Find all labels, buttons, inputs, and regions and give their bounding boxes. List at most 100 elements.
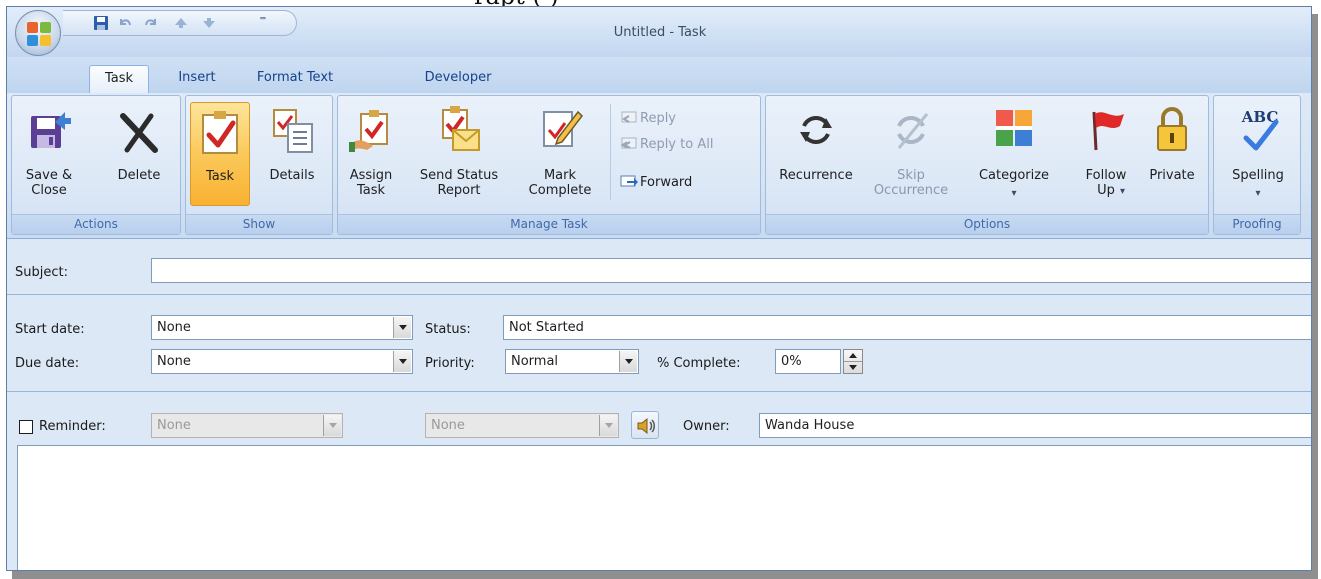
form-divider-1: [7, 294, 1311, 295]
reminder-sound-button[interactable]: [631, 411, 659, 439]
group-label-proofing: Proofing: [1214, 214, 1300, 234]
reminder-label: Reminder:: [39, 419, 106, 434]
save-close-button[interactable]: Save & Close: [14, 100, 84, 208]
tab-task[interactable]: Task: [89, 65, 149, 93]
recurrence-icon: [792, 104, 840, 156]
spelling-icon: ABC: [1234, 104, 1282, 156]
mark-complete-button[interactable]: Mark Complete: [518, 100, 602, 208]
speaker-icon: [637, 417, 655, 435]
reminder-time-dropdown-icon[interactable]: [599, 415, 617, 436]
spinner-divider: [844, 361, 862, 362]
subject-label: Subject:: [15, 265, 68, 280]
forward-label: Forward: [640, 175, 693, 190]
task-window: ⁼ Untitled - Task Task Insert Format Tex…: [6, 6, 1312, 571]
status-label: Status:: [425, 322, 471, 337]
categorize-button[interactable]: Categorize ▾: [964, 100, 1064, 208]
manage-task-divider: [610, 104, 611, 200]
recurrence-button[interactable]: Recurrence: [768, 100, 864, 208]
reminder-time-value: None: [431, 418, 465, 433]
details-view-icon: [268, 104, 316, 156]
start-date-dropdown-icon[interactable]: [393, 317, 411, 338]
title-bar: ⁼ Untitled - Task: [7, 7, 1311, 57]
tab-insert[interactable]: Insert: [167, 65, 227, 93]
percent-complete-input[interactable]: 0%: [775, 349, 841, 374]
reminder-checkbox[interactable]: [19, 420, 33, 434]
ribbon-tabs: Task Insert Format Text Developer: [7, 57, 1311, 93]
percent-complete-spinner[interactable]: [843, 349, 863, 374]
follow-up-button[interactable]: Follow Up ▾: [1072, 100, 1140, 208]
reminder-date-dropdown-icon[interactable]: [323, 415, 341, 436]
window-title: Untitled - Task: [613, 25, 707, 40]
priority-value: Normal: [511, 354, 559, 369]
skip-occurrence-button[interactable]: Skip Occurrence: [866, 100, 956, 208]
reminder-date-dropdown[interactable]: None: [151, 413, 343, 438]
group-label-options: Options: [766, 214, 1208, 234]
tab-developer[interactable]: Developer: [413, 65, 503, 93]
assign-task-button[interactable]: Assign Task: [342, 100, 400, 208]
group-options: Recurrence Skip Occurrence Categorize ▾: [765, 95, 1209, 235]
tab-format-text[interactable]: Format Text: [243, 65, 347, 93]
reply-to-all-label: Reply to All: [640, 137, 714, 152]
start-date-value: None: [157, 320, 191, 335]
delete-button[interactable]: Delete: [104, 100, 174, 208]
private-label: Private: [1149, 168, 1195, 183]
spinner-up-icon[interactable]: [849, 353, 857, 358]
due-date-dropdown-icon[interactable]: [393, 351, 411, 372]
task-view-label: Task: [205, 169, 235, 184]
recurrence-label: Recurrence: [779, 168, 853, 183]
priority-dropdown-icon[interactable]: [619, 351, 637, 372]
follow-up-icon: [1082, 104, 1130, 156]
delete-label: Delete: [117, 168, 161, 183]
due-date-value: None: [157, 354, 191, 369]
group-show: Task Details Show: [185, 95, 333, 235]
assign-task-label: Assign Task: [349, 168, 393, 198]
reply-button[interactable]: Reply: [620, 108, 676, 130]
subject-input[interactable]: [151, 258, 1311, 283]
skip-occurrence-icon: [887, 104, 935, 156]
private-lock-icon: [1148, 104, 1196, 156]
notes-body[interactable]: [17, 445, 1311, 570]
spinner-down-icon[interactable]: [849, 365, 857, 370]
status-dropdown[interactable]: Not Started: [503, 315, 1311, 340]
reminder-date-value: None: [157, 418, 191, 433]
owner-field[interactable]: Wanda House: [759, 413, 1311, 438]
office-button[interactable]: [15, 10, 61, 56]
group-label-actions: Actions: [12, 214, 180, 234]
delete-icon: [115, 104, 163, 156]
send-status-report-button[interactable]: Send Status Report: [408, 100, 510, 208]
reminder-time-dropdown[interactable]: None: [425, 413, 619, 438]
group-label-manage-task: Manage Task: [338, 214, 760, 234]
categorize-label: Categorize: [978, 168, 1050, 183]
reply-label: Reply: [640, 111, 677, 126]
spelling-button[interactable]: ABC Spelling ▾: [1218, 100, 1298, 208]
details-view-button[interactable]: Details: [258, 100, 326, 208]
task-view-button[interactable]: Task: [190, 102, 250, 206]
spelling-label: Spelling: [1232, 168, 1284, 183]
save-close-icon: [25, 104, 73, 156]
forward-button[interactable]: Forward: [620, 172, 692, 194]
save-close-label: Save & Close: [25, 168, 73, 198]
task-form: Subject: Start date: None Status: Not St…: [7, 239, 1311, 570]
reply-to-all-button[interactable]: Reply to All: [620, 134, 713, 156]
categorize-icon: [990, 104, 1038, 156]
start-date-dropdown[interactable]: None: [151, 315, 413, 340]
priority-label: Priority:: [425, 356, 475, 371]
follow-up-dropdown-icon: ▾: [1120, 186, 1126, 197]
due-date-label: Due date:: [15, 356, 80, 371]
assign-task-icon: [347, 104, 395, 156]
follow-up-label: Follow Up: [1085, 168, 1127, 198]
group-label-show: Show: [186, 214, 332, 234]
private-button[interactable]: Private: [1140, 100, 1204, 208]
send-status-report-icon: [435, 104, 483, 156]
start-date-label: Start date:: [15, 322, 85, 337]
mark-complete-icon: [536, 104, 584, 156]
priority-dropdown[interactable]: Normal: [505, 349, 639, 374]
group-proofing: ABC Spelling ▾ Proofing: [1213, 95, 1301, 235]
categorize-dropdown-icon: ▾: [1011, 188, 1017, 199]
skip-occurrence-label: Skip Occurrence: [873, 168, 949, 198]
reply-icon: [620, 110, 638, 124]
group-actions: Save & Close Delete Actions: [11, 95, 181, 235]
send-status-report-label: Send Status Report: [419, 168, 499, 198]
due-date-dropdown[interactable]: None: [151, 349, 413, 374]
form-divider-2: [7, 391, 1311, 392]
